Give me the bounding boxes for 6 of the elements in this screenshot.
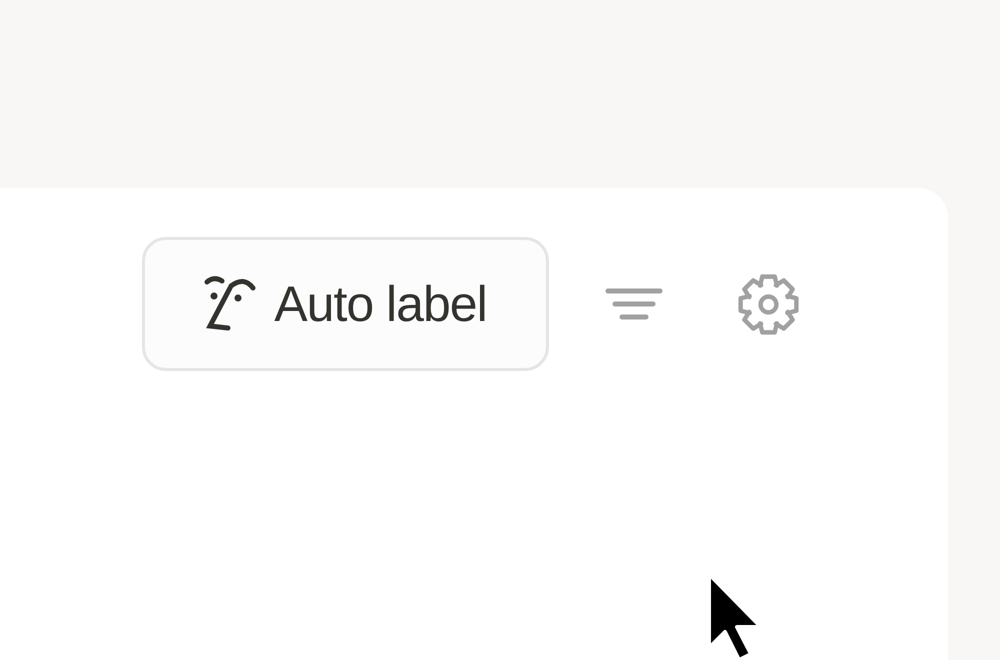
- auto-label-icon: [204, 276, 256, 332]
- settings-button[interactable]: [737, 272, 800, 336]
- filter-icon: [605, 288, 663, 320]
- auto-label-button[interactable]: Auto label: [142, 237, 549, 371]
- settings-icon: [737, 272, 800, 336]
- filter-button[interactable]: [605, 288, 663, 320]
